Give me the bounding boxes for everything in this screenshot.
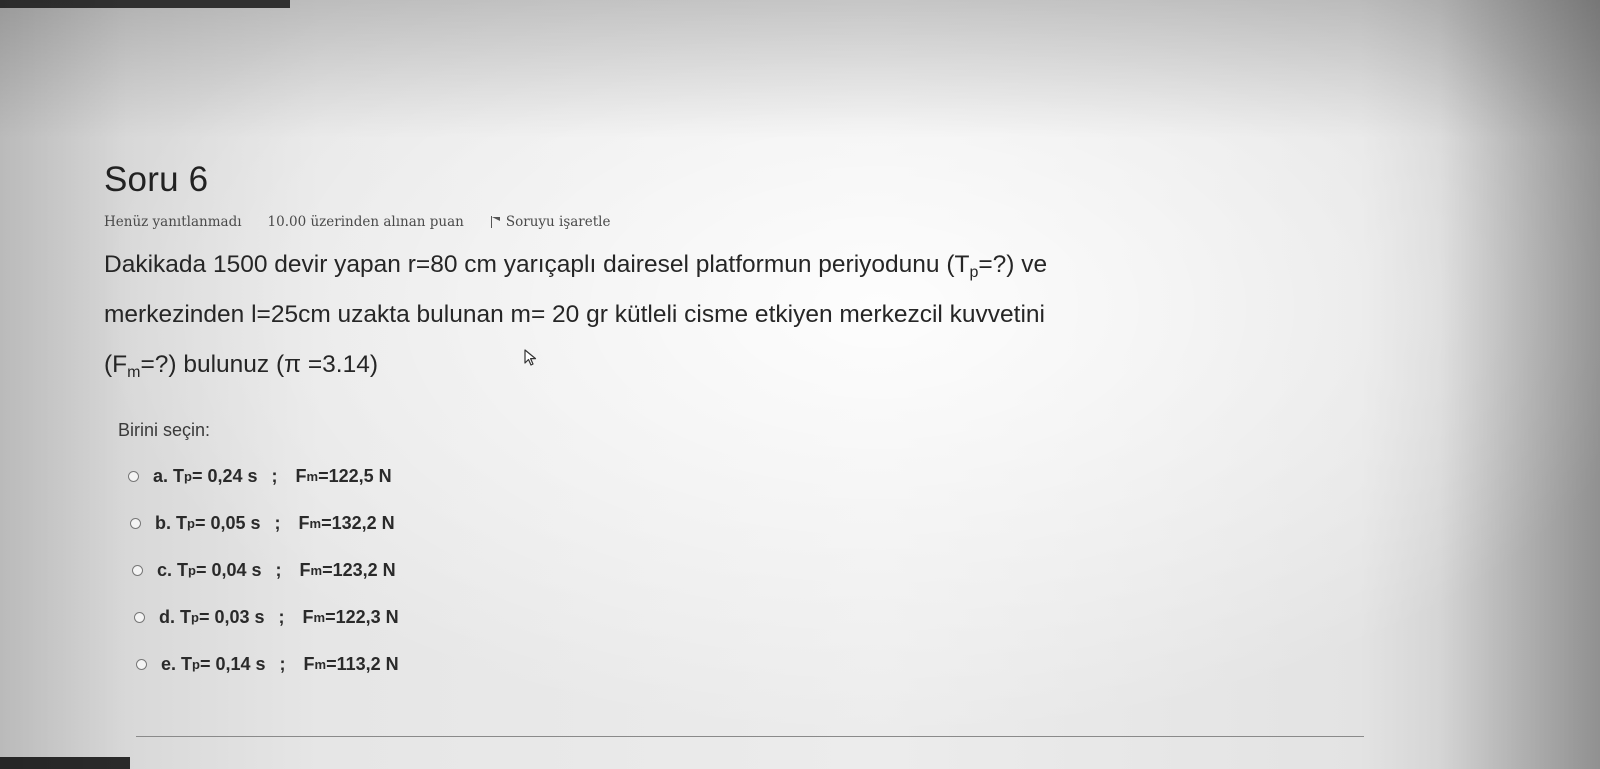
option-force-value: =122,5 N — [318, 466, 392, 486]
option-force-label: F — [303, 654, 315, 674]
answer-option-b[interactable]: b. Tp = 0,05 s; Fm =132,2 N — [120, 500, 399, 547]
mouse-pointer-icon — [524, 349, 537, 366]
answer-option-e[interactable]: e. Tp = 0,14 s; Fm =113,2 N — [126, 641, 399, 688]
option-separator: ; — [274, 513, 281, 533]
question-title: Soru 6 — [104, 160, 209, 199]
flag-icon[interactable] — [490, 216, 500, 228]
flag-question-link[interactable]: Soruyu işaretle — [490, 214, 611, 230]
option-force-label: F — [298, 513, 310, 533]
question-divider — [136, 736, 1364, 737]
screen-bezel-top — [0, 0, 290, 8]
answer-block: Birini seçin: a. Tp = 0,24 s; Fm =122,5 N b… — [118, 420, 399, 688]
option-separator: ; — [271, 466, 278, 486]
question-container: Soru 6 Henüz yanıtlanmadı 10.00 üzerinde… — [104, 160, 1404, 390]
radio-button-icon[interactable] — [136, 659, 147, 670]
option-letter: c. — [157, 560, 173, 580]
question-text-line-1: Dakikada 1500 devir yapan r=80 cm yarıça… — [104, 240, 1404, 290]
option-period-label: T — [176, 513, 188, 533]
subscript: m — [127, 364, 141, 381]
option-period-value: = 0,14 s — [199, 654, 266, 674]
question-text-segment: =?) bulunuz (π =3.14) — [140, 351, 379, 378]
option-period-label: T — [177, 560, 189, 580]
question-text-line-3: (Fm=?) bulunuz (π =3.14) — [104, 340, 1404, 390]
answer-option-a[interactable]: a. Tp = 0,24 s; Fm =122,5 N — [118, 453, 399, 500]
option-letter: a. — [153, 466, 169, 486]
radio-button-icon[interactable] — [128, 471, 139, 482]
answer-option-c[interactable]: c. Tp = 0,04 s; Fm =123,2 N — [122, 547, 399, 594]
question-points: 10.00 üzerinden alınan puan — [267, 214, 464, 230]
radio-button-icon[interactable] — [132, 565, 143, 576]
option-period-value: = 0,04 s — [195, 560, 262, 580]
option-force-label: F — [302, 607, 314, 627]
option-force-value: =122,3 N — [325, 607, 399, 627]
option-period-label: T — [181, 654, 193, 674]
option-period-value: = 0,24 s — [191, 466, 258, 486]
option-force-value: =123,2 N — [322, 560, 396, 580]
question-info: Henüz yanıtlanmadı 10.00 üzerinden alına… — [104, 214, 1404, 230]
option-letter: b. — [155, 513, 171, 533]
option-period-value: = 0,03 s — [198, 607, 265, 627]
question-text-segment: (F — [104, 351, 128, 378]
radio-button-icon[interactable] — [134, 612, 145, 623]
flag-question-label[interactable]: Soruyu işaretle — [506, 214, 611, 230]
question-text: Dakikada 1500 devir yapan r=80 cm yarıça… — [104, 240, 1404, 390]
screen-bezel-bottom — [0, 757, 130, 769]
question-text-segment: Dakikada 1500 devir yapan r=80 cm yarıça… — [104, 251, 970, 278]
option-force-label: F — [299, 560, 311, 580]
answer-options: a. Tp = 0,24 s; Fm =122,5 N b. Tp = 0,05 s; F… — [118, 453, 399, 688]
answer-prompt: Birini seçin: — [118, 420, 211, 440]
option-separator: ; — [275, 560, 282, 580]
option-period-value: = 0,05 s — [194, 513, 261, 533]
option-separator: ; — [279, 654, 286, 674]
option-period-label: T — [173, 466, 185, 486]
option-letter: e. — [161, 654, 177, 674]
option-force-label: F — [295, 466, 307, 486]
question-status: Henüz yanıtlanmadı — [104, 214, 242, 230]
option-letter: d. — [159, 607, 175, 627]
option-period-label: T — [180, 607, 192, 627]
radio-button-icon[interactable] — [130, 518, 141, 529]
option-force-value: =132,2 N — [321, 513, 395, 533]
question-text-segment: =?) ve — [978, 251, 1048, 278]
question-text-line-2: merkezinden l=25cm uzakta bulunan m= 20 … — [104, 301, 1045, 328]
answer-option-d[interactable]: d. Tp = 0,03 s; Fm =122,3 N — [124, 594, 399, 641]
option-separator: ; — [278, 607, 285, 627]
option-force-value: =113,2 N — [326, 654, 399, 674]
